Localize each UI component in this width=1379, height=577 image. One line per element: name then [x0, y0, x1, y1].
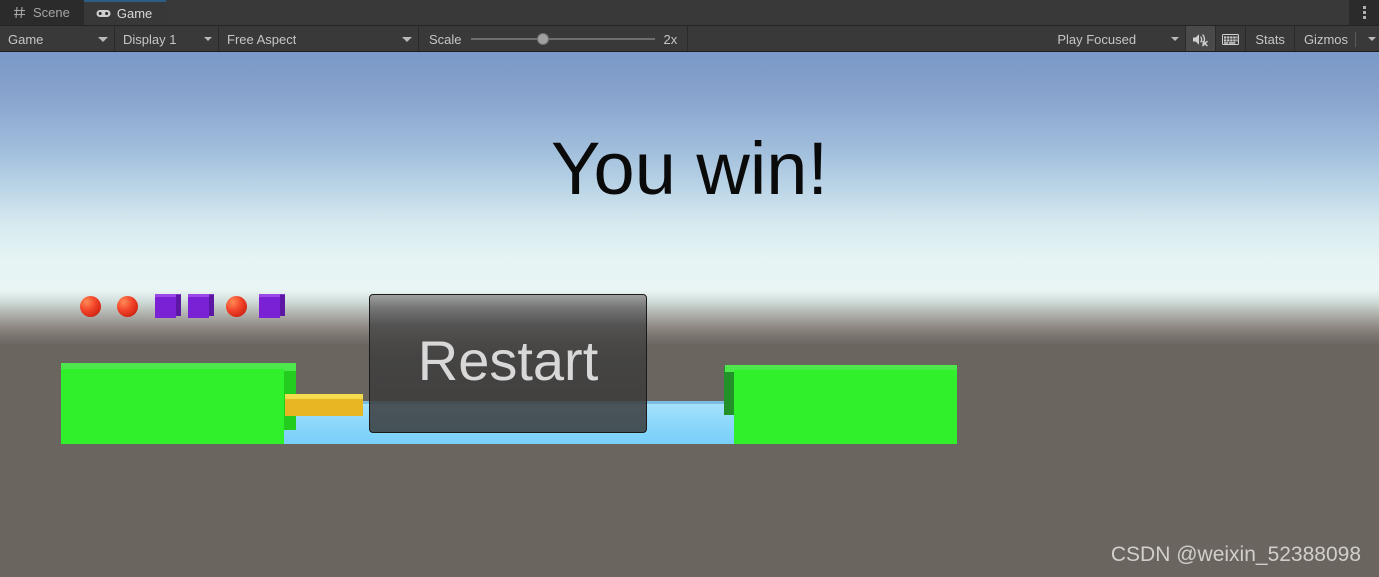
tab-game-label: Game: [116, 6, 153, 21]
view-target-dropdown[interactable]: Game: [0, 26, 115, 52]
tab-scene-label: Scene: [33, 5, 70, 20]
more-options-icon[interactable]: [1349, 0, 1379, 25]
cube-side-face: [280, 295, 285, 316]
platform-right-front: [734, 370, 957, 444]
cube-side-face: [176, 295, 181, 316]
pickup-cube: [188, 294, 214, 318]
stats-grid-icon[interactable]: [1216, 26, 1247, 52]
unity-editor-window: Scene Game Game Display 1 Free Aspect Sc…: [0, 0, 1379, 577]
scene-grid-icon: [12, 5, 27, 20]
restart-button-label: Restart: [417, 328, 599, 392]
chevron-down-icon: [98, 36, 108, 42]
restart-button[interactable]: Restart: [369, 294, 647, 433]
pickup-sphere: [117, 296, 138, 317]
cube-front-face: [188, 297, 209, 318]
pickup-cube: [155, 294, 181, 318]
mute-audio-icon[interactable]: [1186, 26, 1217, 52]
scale-value: 2x: [663, 31, 678, 47]
game-view-toolbar: Game Display 1 Free Aspect Scale 2x Play…: [0, 26, 1379, 53]
platform-yellow-front: [285, 399, 363, 416]
pickup-cube: [259, 294, 285, 318]
view-target-label: Game: [8, 31, 44, 47]
pickup-sphere: [226, 296, 247, 317]
panel-tab-bar: Scene Game: [0, 0, 1379, 26]
gizmos-button[interactable]: Gizmos: [1295, 26, 1379, 52]
play-mode-dropdown[interactable]: Play Focused: [1049, 26, 1187, 52]
scale-slider-track: [470, 38, 655, 40]
watermark: CSDN @weixin_52388098: [1110, 543, 1361, 566]
aspect-ratio-dropdown[interactable]: Free Aspect: [219, 26, 419, 52]
chevron-down-icon: [1171, 37, 1180, 41]
aspect-ratio-label: Free Aspect: [227, 31, 297, 47]
display-dropdown[interactable]: Display 1: [115, 26, 219, 52]
game-view-canvas[interactable]: You win! Restart CSDN @weixin_52388098: [0, 52, 1379, 577]
chevron-down-icon: [402, 36, 412, 42]
gamepad-icon: [96, 6, 111, 21]
scale-slider-handle[interactable]: [536, 33, 549, 45]
play-mode-label: Play Focused: [1057, 31, 1137, 47]
pickup-sphere: [80, 296, 101, 317]
platform-left-front: [61, 369, 284, 444]
chevron-down-icon: [204, 37, 212, 41]
chevron-down-icon[interactable]: [1368, 37, 1376, 41]
gizmos-button-label: Gizmos: [1303, 31, 1348, 47]
stats-button-label: Stats: [1255, 31, 1285, 47]
tab-scene[interactable]: Scene: [0, 0, 84, 25]
tab-game[interactable]: Game: [83, 0, 167, 25]
divider: [1355, 31, 1356, 47]
scale-slider[interactable]: [470, 32, 655, 46]
scale-control: Scale 2x: [419, 26, 689, 52]
stats-button[interactable]: Stats: [1246, 26, 1295, 52]
win-message: You win!: [550, 127, 829, 210]
scale-label: Scale: [429, 31, 462, 47]
cube-side-face: [209, 295, 214, 316]
cube-front-face: [259, 297, 280, 318]
cube-front-face: [155, 297, 176, 318]
display-label: Display 1: [123, 31, 177, 47]
